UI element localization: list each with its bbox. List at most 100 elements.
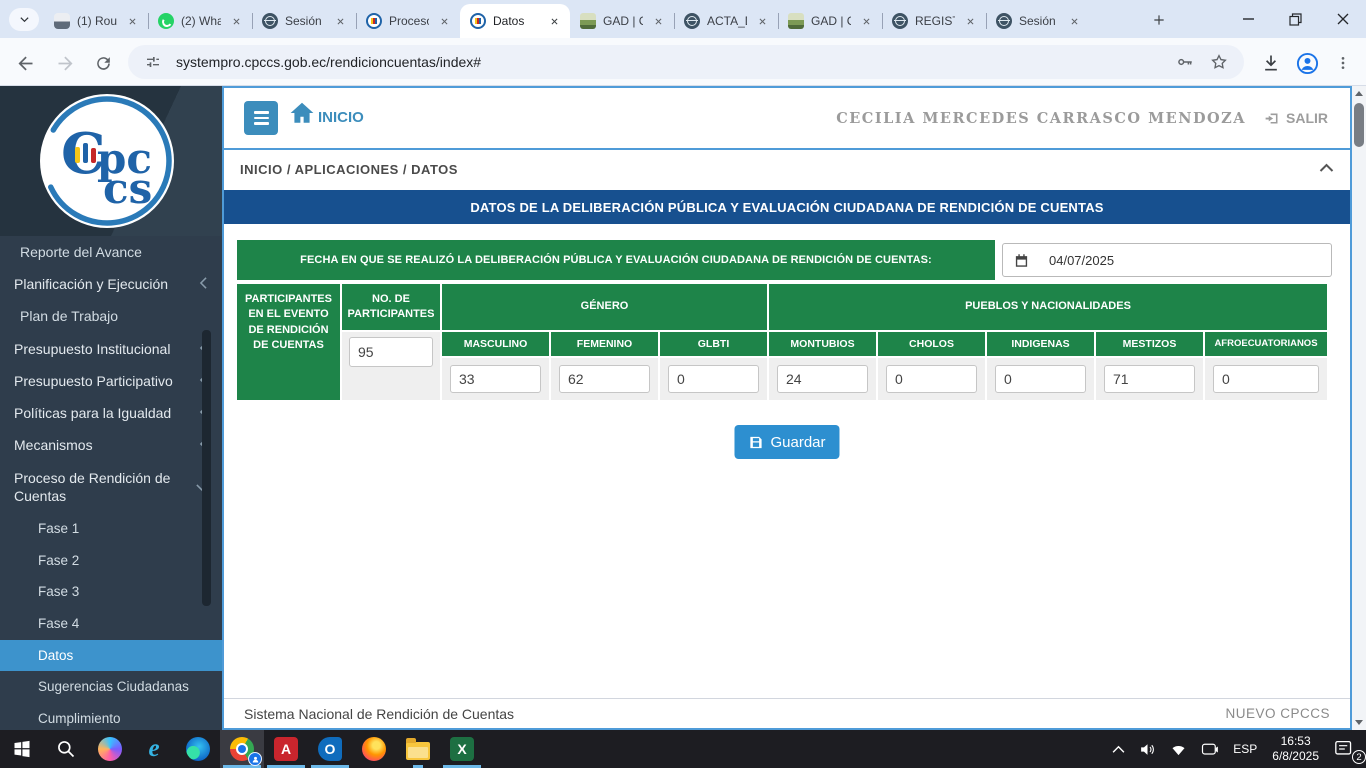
afroecuatorianos-input[interactable]: [1213, 365, 1319, 393]
tray-meet-now[interactable]: [1194, 730, 1226, 768]
breadcrumb[interactable]: INICIO / APLICACIONES / DATOS: [240, 162, 458, 177]
sidebar-item-plan-de-trabajo[interactable]: Plan de Trabajo: [0, 300, 222, 332]
tray-wifi[interactable]: [1163, 730, 1194, 768]
sidebar-item-fase-4[interactable]: Fase 4: [0, 608, 222, 640]
sidebar-item-label: Cumplimiento: [38, 710, 121, 728]
browser-tab[interactable]: Sesión: [986, 4, 1090, 38]
new-tab-button[interactable]: [1146, 7, 1172, 33]
bookmark-star-icon[interactable]: [1208, 51, 1230, 73]
browser-tab[interactable]: Proceso: [356, 4, 460, 38]
sidebar-item-datos[interactable]: Datos: [0, 640, 222, 672]
chevron-down-icon: [19, 14, 30, 25]
scrollbar-down-arrow[interactable]: [1352, 715, 1366, 730]
site-settings-icon[interactable]: [142, 51, 164, 73]
tab-close-icon[interactable]: [962, 13, 978, 29]
sidebar-item-mecanismos[interactable]: Mecanismos: [0, 429, 222, 461]
mestizos-input[interactable]: [1104, 365, 1195, 393]
tab-close-icon[interactable]: [754, 13, 770, 29]
browser-tab[interactable]: Sesión: [252, 4, 356, 38]
browser-tab[interactable]: REGIST: [882, 4, 986, 38]
taskbar-acrobat-button[interactable]: A: [264, 730, 308, 768]
sidebar-item-politicas-para-la-igualdad[interactable]: Políticas para la Igualdad: [0, 397, 222, 429]
taskbar-search-button[interactable]: [44, 730, 88, 768]
cholos-input[interactable]: [886, 365, 977, 393]
scrollbar-thumb[interactable]: [1354, 103, 1364, 147]
tab-close-icon[interactable]: [858, 13, 874, 29]
indigenas-input[interactable]: [995, 365, 1086, 393]
three-dot-menu-icon: [1335, 55, 1351, 71]
window-close-button[interactable]: [1319, 0, 1366, 38]
back-button[interactable]: [12, 50, 38, 76]
sidebar-item-fase-3[interactable]: Fase 3: [0, 576, 222, 608]
url-bar[interactable]: systempro.cpccs.gob.ec/rendicioncuentas/…: [128, 45, 1244, 79]
start-button[interactable]: [0, 730, 44, 768]
sidebar-item-presupuesto-institucional[interactable]: Presupuesto Institucional: [0, 333, 222, 365]
tab-close-icon[interactable]: [546, 13, 562, 29]
browser-tab-active[interactable]: Datos: [460, 4, 570, 38]
glbti-input[interactable]: [668, 365, 759, 393]
sidebar-item-label: Sugerencias Ciudadanas: [38, 678, 189, 696]
tab-title: ACTA_D: [707, 14, 747, 28]
browser-tab[interactable]: (1) Rou: [44, 4, 148, 38]
reload-button[interactable]: [90, 50, 116, 76]
browser-tab[interactable]: (2) Wha: [148, 4, 252, 38]
password-key-icon[interactable]: [1174, 51, 1196, 73]
sidebar-item-label: Mecanismos: [14, 436, 93, 454]
browser-tab[interactable]: GAD | C: [778, 4, 882, 38]
sidebar-item-sugerencias-ciudadanas[interactable]: Sugerencias Ciudadanas: [0, 671, 222, 703]
tab-close-icon[interactable]: [650, 13, 666, 29]
tray-notifications[interactable]: 2: [1327, 730, 1366, 768]
browser-tab[interactable]: GAD | C: [570, 4, 674, 38]
tray-volume[interactable]: [1132, 730, 1163, 768]
sidebar-item-planificacion-y-ejecucion[interactable]: Planificación y Ejecución: [0, 268, 222, 300]
profile-avatar[interactable]: [1294, 50, 1320, 76]
tray-clock[interactable]: 16:53 6/8/2025: [1264, 734, 1327, 764]
home-link[interactable]: INICIO: [288, 100, 364, 126]
scrollbar-up-arrow[interactable]: [1352, 86, 1366, 101]
date-input[interactable]: [1039, 243, 1332, 277]
tab-close-icon[interactable]: [332, 13, 348, 29]
sidebar-item-proceso-de-rendicion-de-cuentas[interactable]: Proceso de Rendición de Cuentas: [0, 461, 222, 513]
tab-close-icon[interactable]: [436, 13, 452, 29]
femenino-input[interactable]: [559, 365, 650, 393]
hamburger-menu-button[interactable]: [244, 101, 278, 135]
logout-button[interactable]: SALIR: [1264, 110, 1328, 126]
tab-title: (2) Wha: [181, 14, 221, 28]
collapse-panel-button[interactable]: [1319, 160, 1334, 178]
page-scrollbar[interactable]: [1352, 86, 1366, 730]
num-participants-input[interactable]: [349, 337, 433, 367]
sidebar-item-cumplimiento[interactable]: Cumplimiento: [0, 703, 222, 730]
taskbar-copilot-button[interactable]: [88, 730, 132, 768]
tab-close-icon[interactable]: [124, 13, 140, 29]
sidebar-item-fase-2[interactable]: Fase 2: [0, 545, 222, 577]
taskbar-firefox-button[interactable]: [352, 730, 396, 768]
sidebar-item-presupuesto-participativo[interactable]: Presupuesto Participativo: [0, 365, 222, 397]
sidebar-item-reporte-del-avance[interactable]: Reporte del Avance: [0, 236, 222, 268]
masculino-input[interactable]: [450, 365, 541, 393]
sidebar-item-label: Reporte del Avance: [20, 243, 142, 261]
calendar-button[interactable]: [1002, 243, 1040, 277]
tray-show-hidden-icons[interactable]: [1105, 730, 1132, 768]
browser-tab[interactable]: ACTA_D: [674, 4, 778, 38]
taskbar-chrome-button[interactable]: [220, 730, 264, 768]
taskbar-outlook-button[interactable]: O: [308, 730, 352, 768]
sidebar-item-fase-1[interactable]: Fase 1: [0, 513, 222, 545]
browser-menu-button[interactable]: [1330, 50, 1356, 76]
taskbar-edge-button[interactable]: [176, 730, 220, 768]
tab-close-icon[interactable]: [228, 13, 244, 29]
taskbar-internet-explorer-button[interactable]: e: [132, 730, 176, 768]
wifi-icon: [1170, 741, 1187, 758]
save-button[interactable]: Guardar: [734, 425, 839, 459]
taskbar-excel-button[interactable]: X: [440, 730, 484, 768]
tab-close-icon[interactable]: [1066, 13, 1082, 29]
downloads-button[interactable]: [1258, 50, 1284, 76]
url-text[interactable]: systempro.cpccs.gob.ec/rendicioncuentas/…: [176, 54, 1162, 70]
sidebar-scrollbar-thumb[interactable]: [202, 330, 211, 606]
tray-language[interactable]: ESP: [1226, 730, 1264, 768]
tab-search-button[interactable]: [9, 8, 39, 31]
window-minimize-button[interactable]: [1225, 0, 1272, 38]
montubios-input[interactable]: [777, 365, 868, 393]
taskbar-file-explorer-button[interactable]: [396, 730, 440, 768]
window-restore-button[interactable]: [1272, 0, 1319, 38]
forward-button[interactable]: [52, 50, 78, 76]
